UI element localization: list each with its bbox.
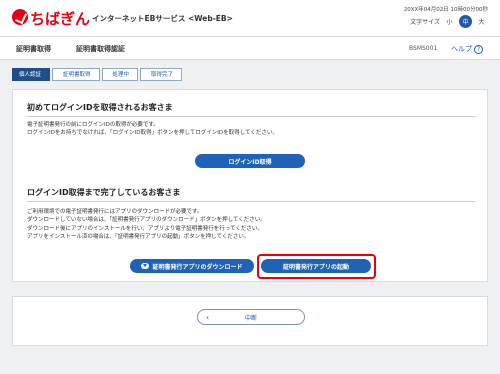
login-id-acquire-button[interactable]: ログインID取得 [195,154,305,168]
app-launch-button[interactable]: 証明書発行アプリの起動 [261,259,371,273]
font-size-large[interactable]: 大 [475,15,488,28]
step-complete: 取得完了 [140,68,183,81]
tab-certificate-auth[interactable]: 証明書取得認証 [76,44,125,54]
help-label: ヘルプ [451,45,472,53]
nav-bar: 証明書取得 証明書取得認証 BSMS001 ヘルプ ? [0,36,500,60]
section2-text: ご利用環境での電子証明書発行にはアプリのダウンロードが必要です。 ダウンロードし… [27,208,266,242]
section2-line: ダウンロードしていない場合は、「証明書発行アプリのダウンロード」ボタンを押してく… [27,217,266,224]
help-link[interactable]: ヘルプ ? [451,44,483,54]
footer-card: ‹ 中断 [12,296,488,346]
cancel-button[interactable]: ‹ 中断 [197,309,305,325]
step-personal-auth: 個人認証 [12,68,51,81]
chibagin-logo-icon [12,9,28,25]
app-download-button[interactable]: 証明書発行アプリのダウンロード [130,259,254,273]
datetime: 20XX年04月02日 10時00分00秒 [403,7,488,13]
question-icon: ? [474,44,483,54]
divider [27,116,475,117]
brand-logo: ちばぎん [30,10,91,28]
app-download-label: 証明書発行アプリのダウンロード [152,263,243,271]
font-size-medium[interactable]: 中 [459,15,472,28]
header: ちばぎん インターネットEBサービス <Web-EB> 20XX年04月02日 … [0,0,500,36]
font-size-label: 文字サイズ [410,19,440,26]
step-certificate-acquire: 証明書取得 [52,68,100,81]
section1-text: 電子証明書発行の前にログインIDの取得が必要です。 ログインIDをお持ちでなけれ… [27,121,278,138]
section2-line: アプリをインストール済の場合は、「証明書発行アプリの起動」ボタンを押してください… [27,234,250,241]
step-processing: 処理中 [101,68,139,81]
screen-id: BSMS001 [409,45,438,52]
section1-line: 電子証明書発行の前にログインIDの取得が必要です。 [27,122,159,128]
cloud-download-icon [141,263,150,269]
section2-title: ログインID取得まで完了しているお客さま [27,188,181,197]
service-name: インターネットEBサービス <Web-EB> [92,14,233,23]
tab-certificate-acquire[interactable]: 証明書取得 [16,44,51,54]
divider [27,201,475,202]
section2-line: ダウンロード後にアプリのインストールを行い、アプリより電子証明書発行を行ってくだ… [27,225,263,232]
font-size-selector: 文字サイズ 小 中 大 [410,15,488,28]
section2-line: ご利用環境での電子証明書発行にはアプリのダウンロードが必要です。 [27,209,203,215]
progress-steps: 個人認証 証明書取得 処理中 取得完了 [12,68,184,81]
main-card: 初めてログインIDを取得されるお客さま 電子証明書発行の前にログインIDの取得が… [12,89,488,282]
cancel-label: 中断 [244,314,257,322]
section1-title: 初めてログインIDを取得されるお客さま [27,103,173,112]
section1-line: ログインIDをお持ちでなければ、「ログインID取得」ボタンを押してログインIDを… [27,130,278,137]
chevron-left-icon: ‹ [206,313,210,322]
font-size-small[interactable]: 小 [443,15,456,28]
